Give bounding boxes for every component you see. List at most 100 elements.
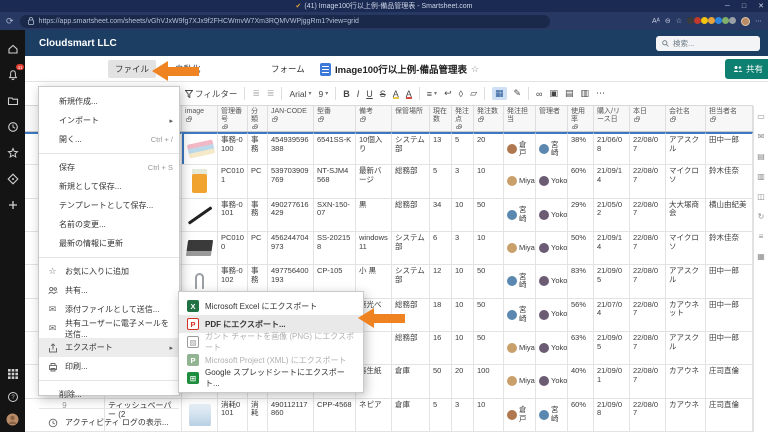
browser-menu-icon[interactable]: ⋯ (755, 17, 762, 25)
align-left-icon[interactable]: ≡▾ (427, 89, 437, 99)
extension-icon[interactable] (687, 17, 694, 24)
column-header-18[interactable]: 担当者名 (706, 106, 753, 131)
table-cell[interactable]: 10 (452, 265, 474, 297)
table-cell[interactable]: 3 (452, 165, 474, 197)
table-cell[interactable]: アアスクル (666, 132, 706, 164)
column-header-4[interactable]: 分類 (248, 106, 268, 131)
bookmark-icon[interactable]: ☆ (676, 17, 682, 25)
table-cell[interactable]: 10 (474, 399, 504, 431)
table-cell[interactable]: システム部 (392, 265, 430, 297)
column-header-8[interactable]: 保管場所 (392, 106, 430, 131)
cell-manager-contact[interactable]: Yoko (536, 232, 568, 264)
table-cell[interactable]: 10 (474, 232, 504, 264)
table-cell[interactable]: 21/05/02 (594, 199, 630, 231)
table-cell[interactable]: 490112117860 (268, 399, 314, 431)
file-menu-item[interactable]: 新規作成... (39, 92, 179, 111)
table-cell[interactable]: 庄司直倫 (706, 399, 753, 431)
table-cell[interactable]: システム部 (392, 232, 430, 264)
table-cell[interactable]: 21/09/05 (594, 332, 630, 364)
table-cell[interactable]: 22/08/07 (630, 332, 666, 364)
table-cell[interactable]: 22/08/07 (630, 232, 666, 264)
column-header-3[interactable]: 管理番号 (218, 106, 248, 131)
table-cell[interactable]: 34 (430, 199, 452, 231)
column-header-2[interactable]: image (182, 106, 218, 131)
create-plus-icon[interactable] (6, 198, 19, 211)
help-icon[interactable]: ? (6, 390, 19, 403)
table-cell[interactable]: 40% (568, 365, 594, 397)
extension-icon[interactable] (729, 17, 736, 24)
table-cell[interactable]: アアスクル (666, 265, 706, 297)
italic-icon[interactable]: I (357, 89, 360, 99)
table-cell[interactable]: 6541SS-K (314, 132, 356, 164)
menu-forms[interactable]: フォーム (264, 60, 312, 78)
home-icon[interactable] (6, 42, 19, 55)
table-cell[interactable]: 6 (430, 232, 452, 264)
cell-order-contact[interactable]: 倉戸 (504, 399, 536, 431)
cell-order-contact[interactable]: Miya (504, 332, 536, 364)
table-cell[interactable]: 100 (474, 365, 504, 397)
table-cell[interactable]: 21/07/04 (594, 299, 630, 331)
strikethrough-icon[interactable]: S (380, 89, 386, 99)
file-menu-item[interactable]: アクティビティ ログの表示... (39, 413, 179, 432)
table-cell[interactable]: 490277616429 (268, 199, 314, 231)
table-cell[interactable]: 倉庫 (392, 365, 430, 397)
table-cell[interactable]: 3 (452, 232, 474, 264)
table-cell[interactable]: 38% (568, 132, 594, 164)
table-cell[interactable]: PC (248, 165, 268, 197)
paste-special-icon[interactable]: ▥ (581, 88, 590, 99)
rail-panel-icon[interactable]: ↻ (758, 212, 765, 221)
table-cell[interactable]: 最新バージ (356, 165, 392, 197)
file-menu-item[interactable]: 最新の情報に更新 (39, 234, 179, 253)
table-cell[interactable]: 10個入り (356, 132, 392, 164)
eraser-icon[interactable]: ◊ (459, 89, 463, 99)
solution-center-icon[interactable] (6, 172, 19, 185)
table-cell[interactable]: 横山由紀美 (706, 199, 753, 231)
table-cell[interactable]: windows11 (356, 232, 392, 264)
table-cell[interactable]: 50 (474, 265, 504, 297)
table-cell[interactable]: 63% (568, 332, 594, 364)
table-cell[interactable]: 事務 (248, 199, 268, 231)
cell-linking-icon[interactable]: ▤ (565, 88, 574, 99)
cell-manager-contact[interactable]: Yoko (536, 165, 568, 197)
search-input[interactable]: 検索... (656, 36, 760, 51)
column-header-9[interactable]: 現在数 (430, 106, 452, 131)
table-cell[interactable]: 22/08/07 (630, 399, 666, 431)
table-cell[interactable]: 事務-0101 (218, 199, 248, 231)
table-cell[interactable]: マイクロソ (666, 232, 706, 264)
column-header-11[interactable]: 発注数 (474, 106, 504, 131)
table-cell[interactable]: 22/08/07 (630, 132, 666, 164)
table-cell[interactable]: 13 (430, 132, 452, 164)
table-cell[interactable]: 総務部 (392, 332, 430, 364)
cell-order-contact[interactable]: Miya (504, 232, 536, 264)
bold-icon[interactable]: B (343, 89, 350, 99)
table-cell[interactable]: 83% (568, 265, 594, 297)
table-cell[interactable]: 22/08/07 (630, 199, 666, 231)
extension-icons[interactable] (687, 17, 736, 26)
table-cell[interactable]: 10 (474, 165, 504, 197)
table-cell[interactable]: 10 (452, 332, 474, 364)
file-menu-item[interactable]: 開く...Ctrl + / (39, 130, 179, 149)
minimize-button[interactable]: ─ (725, 3, 730, 10)
table-cell[interactable]: アアスクル (666, 332, 706, 364)
recents-clock-icon[interactable] (6, 120, 19, 133)
column-header-10[interactable]: 発注点 (452, 106, 474, 131)
cell-image[interactable] (182, 232, 218, 264)
more-icon[interactable]: ⋯ (596, 88, 605, 99)
underline-icon[interactable]: U (366, 89, 373, 99)
extension-icon[interactable] (694, 17, 701, 24)
table-cell[interactable]: 21/09/14 (594, 232, 630, 264)
text-color-icon[interactable]: A (406, 89, 412, 99)
table-cell[interactable]: 10 (452, 299, 474, 331)
table-cell[interactable]: カアウネ (666, 399, 706, 431)
file-menu-item[interactable]: 共有... (39, 281, 179, 300)
file-menu-item[interactable]: インポート▸ (39, 111, 179, 130)
table-cell[interactable]: 50 (474, 299, 504, 331)
table-cell[interactable]: 大大塚商会 (666, 199, 706, 231)
cell-image[interactable] (182, 399, 218, 431)
file-menu-item[interactable]: 名前の変更... (39, 215, 179, 234)
column-header-12[interactable]: 発注担当 (504, 106, 536, 131)
rail-panel-icon[interactable]: ▥ (757, 172, 765, 181)
column-header-14[interactable]: 使用率 (568, 106, 594, 131)
rail-panel-icon[interactable]: ✉ (758, 132, 765, 141)
table-cell[interactable]: 庄司直倫 (706, 365, 753, 397)
